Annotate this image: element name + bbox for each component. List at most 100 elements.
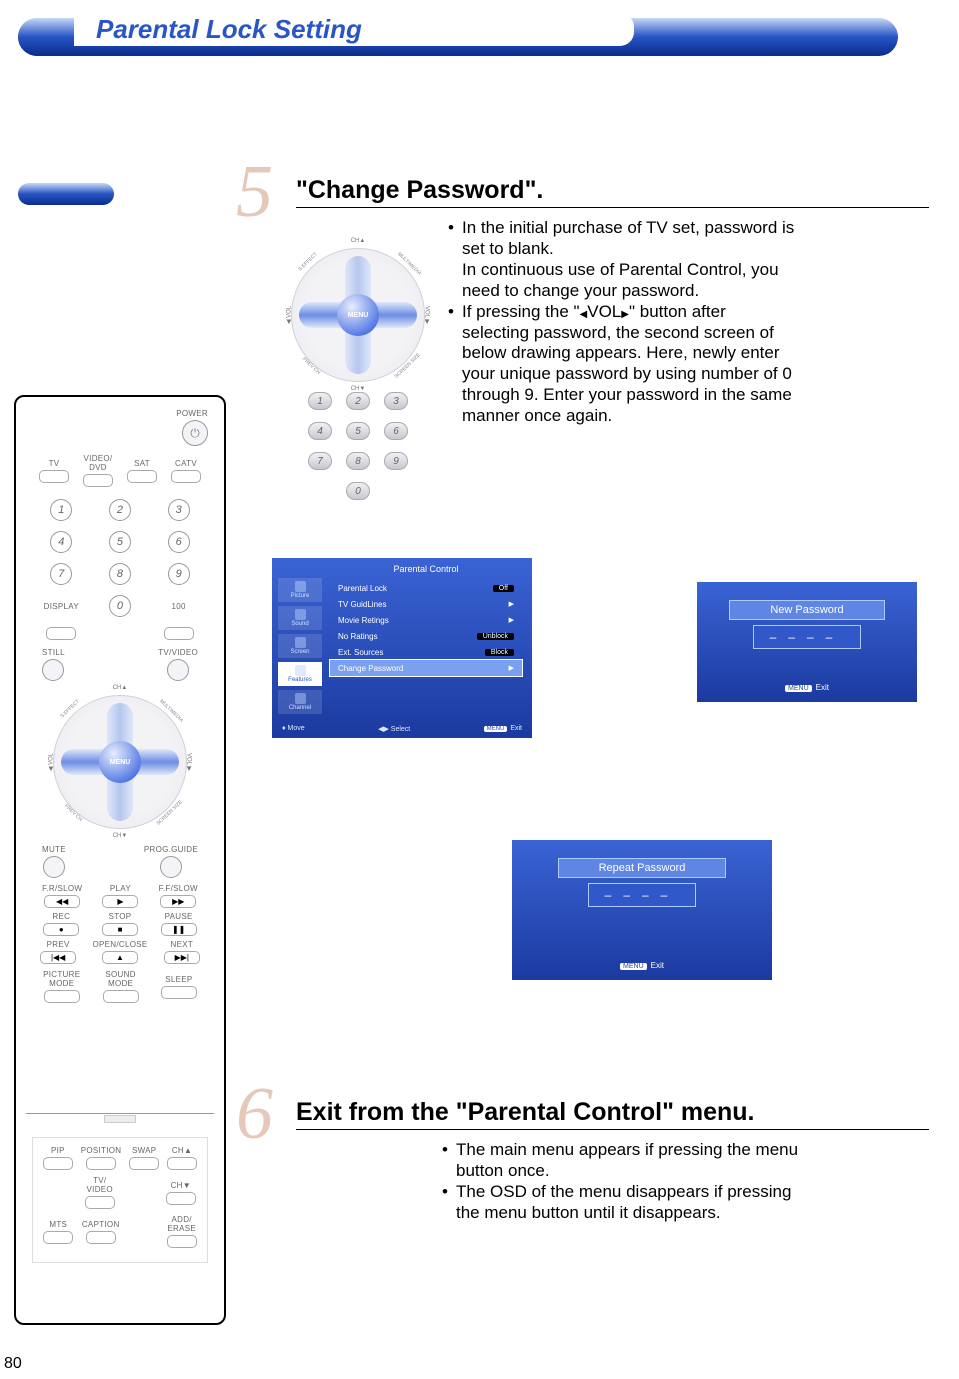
- next-button[interactable]: ▶▶|: [164, 951, 200, 964]
- remote-dpad-vol-right: VOL ▶: [185, 753, 192, 771]
- mute-label: MUTE: [42, 845, 66, 854]
- remote-num-5[interactable]: 5: [109, 531, 131, 553]
- osd-row-movie-ratings[interactable]: Movie Retings ▶: [330, 612, 522, 628]
- hundred-button[interactable]: [164, 627, 194, 640]
- new-password-title: New Password: [729, 600, 884, 620]
- catv-button[interactable]: [171, 470, 201, 483]
- swap-button[interactable]: [129, 1157, 159, 1170]
- picmode-button[interactable]: [44, 990, 80, 1003]
- osd-side-picture[interactable]: Picture: [278, 578, 322, 602]
- pip-button[interactable]: [43, 1157, 73, 1170]
- numpad-8[interactable]: 8: [346, 452, 370, 470]
- remote-num-2[interactable]: 2: [109, 499, 131, 521]
- dpad-menu-button[interactable]: MENU: [337, 294, 379, 336]
- osd-menu: Parental Lock Off TV GuidLines ▶ Movie R…: [330, 580, 522, 676]
- osd-new-password: New Password –––– MENUExit: [697, 582, 917, 702]
- osd-side-screen[interactable]: Screen: [278, 634, 322, 658]
- numpad-5[interactable]: 5: [346, 422, 370, 440]
- mts-label: MTS: [49, 1220, 67, 1229]
- osd-row-tv-guidlines[interactable]: TV GuidLines ▶: [330, 596, 522, 612]
- remote-menu-button[interactable]: MENU: [99, 741, 141, 783]
- remote-num-8[interactable]: 8: [109, 563, 131, 585]
- adderase-button[interactable]: [167, 1235, 197, 1248]
- osd-side-features[interactable]: Features: [278, 662, 322, 686]
- s6b2l1: The OSD of the menu disappears if pressi…: [456, 1182, 791, 1201]
- tvvideo2-button[interactable]: [85, 1196, 115, 1209]
- step-5-text: • In the initial purchase of TV set, pas…: [448, 218, 929, 500]
- pause-button[interactable]: ❚❚: [161, 923, 197, 936]
- remote-control: POWER ⏻ TV VIDEO/ DVD SAT CATV 1 2 3 4 5…: [14, 395, 226, 1325]
- new-password-slots: ––––: [754, 626, 861, 648]
- osd-row-no-ratings[interactable]: No Ratings Unblock: [330, 628, 522, 644]
- prog-guide-button[interactable]: [160, 856, 182, 878]
- picmode-label: PICTURE MODE: [43, 970, 80, 988]
- osd-footer: ♦ Move ◀▶ Select MENUExit: [282, 725, 522, 733]
- chup-button[interactable]: [167, 1157, 197, 1170]
- remote-lower-block: PIP POSITION SWAP CH▲ TV/ VIDEO CH▼ MTS …: [32, 1137, 208, 1263]
- remote-num-0[interactable]: 0: [109, 595, 131, 617]
- remote-num-6[interactable]: 6: [168, 531, 190, 553]
- dpad-vol-left: ◀ VOL: [286, 306, 293, 324]
- rec-button[interactable]: ●: [43, 923, 79, 936]
- remote-dpad-prevch: PREV CH: [63, 803, 83, 823]
- remote-num-3[interactable]: 3: [168, 499, 190, 521]
- osd-row-parental-lock[interactable]: Parental Lock Off: [330, 580, 522, 596]
- stop-button[interactable]: ■: [102, 923, 138, 936]
- position-button[interactable]: [86, 1157, 116, 1170]
- pause-label: PAUSE: [165, 912, 193, 921]
- numpad-9[interactable]: 9: [384, 452, 408, 470]
- ff-button[interactable]: ▶▶: [160, 895, 196, 908]
- remote-num-9[interactable]: 9: [168, 563, 190, 585]
- dpad-ch-up: CH▲: [351, 238, 366, 244]
- numpad-3[interactable]: 3: [384, 392, 408, 410]
- remote-num-7[interactable]: 7: [50, 563, 72, 585]
- step-5-title: "Change Password".: [296, 176, 929, 208]
- numpad-0[interactable]: 0: [346, 482, 370, 500]
- pip-label: PIP: [51, 1146, 65, 1155]
- numpad-7[interactable]: 7: [308, 452, 332, 470]
- osd-row-change-password[interactable]: Change Password ▶: [330, 660, 522, 676]
- dpad-screensize: SCREEN SIZE: [393, 352, 421, 379]
- mts-button[interactable]: [43, 1231, 73, 1244]
- remote-num-1[interactable]: 1: [50, 499, 72, 521]
- chup-label: CH▲: [172, 1146, 192, 1155]
- prev-button[interactable]: |◀◀: [40, 951, 76, 964]
- mute-button[interactable]: [43, 856, 65, 878]
- numpad-4[interactable]: 4: [308, 422, 332, 440]
- osd-row-ext-sources[interactable]: Ext. Sources Block: [330, 644, 522, 660]
- sat-button[interactable]: [127, 470, 157, 483]
- osd-side-channel[interactable]: Channel: [278, 690, 322, 714]
- sleep-button[interactable]: [161, 986, 197, 999]
- osd-side-sound[interactable]: Sound: [278, 606, 322, 630]
- soundmode-button[interactable]: [103, 990, 139, 1003]
- power-icon: ⏻: [190, 426, 200, 441]
- tvvideo-label: TV/VIDEO: [158, 648, 198, 657]
- b1l1: In the initial purchase of TV set, passw…: [462, 218, 794, 237]
- remote-dpad-screensize: SCREEN SIZE: [155, 799, 183, 826]
- pill-unblock: Unblock: [477, 633, 514, 640]
- dpad-multimedia: MULTIMEDIA: [396, 251, 422, 276]
- play-button[interactable]: ▶: [102, 895, 138, 908]
- numpad-6[interactable]: 6: [384, 422, 408, 440]
- numpad-1[interactable]: 1: [308, 392, 332, 410]
- step-5-remote-illustration: CH▲ CH▼ ◀ VOL VOL ▶ S.EFFECT MULTIMEDIA …: [278, 218, 438, 500]
- display-button[interactable]: [46, 627, 76, 640]
- openclose-button[interactable]: ▲: [102, 951, 138, 964]
- power-label: POWER: [176, 409, 208, 418]
- sat-label: SAT: [134, 459, 150, 468]
- b1l4: need to change your password.: [462, 281, 699, 300]
- rewind-button[interactable]: ◀◀: [44, 895, 80, 908]
- tv-button[interactable]: [39, 470, 69, 483]
- repeat-password-title: Repeat Password: [558, 858, 727, 878]
- numpad-2[interactable]: 2: [346, 392, 370, 410]
- tvvideo-button[interactable]: [167, 659, 189, 681]
- video-dvd-button[interactable]: [83, 474, 113, 487]
- caption-button[interactable]: [86, 1231, 116, 1244]
- chdown-button[interactable]: [166, 1192, 196, 1205]
- remote-num-4[interactable]: 4: [50, 531, 72, 553]
- still-button[interactable]: [42, 659, 64, 681]
- b2l2: selecting password, the second screen of: [462, 323, 774, 342]
- pill-block: Block: [485, 649, 514, 656]
- chdown-label: CH▼: [171, 1181, 191, 1190]
- power-button[interactable]: ⏻: [182, 420, 208, 446]
